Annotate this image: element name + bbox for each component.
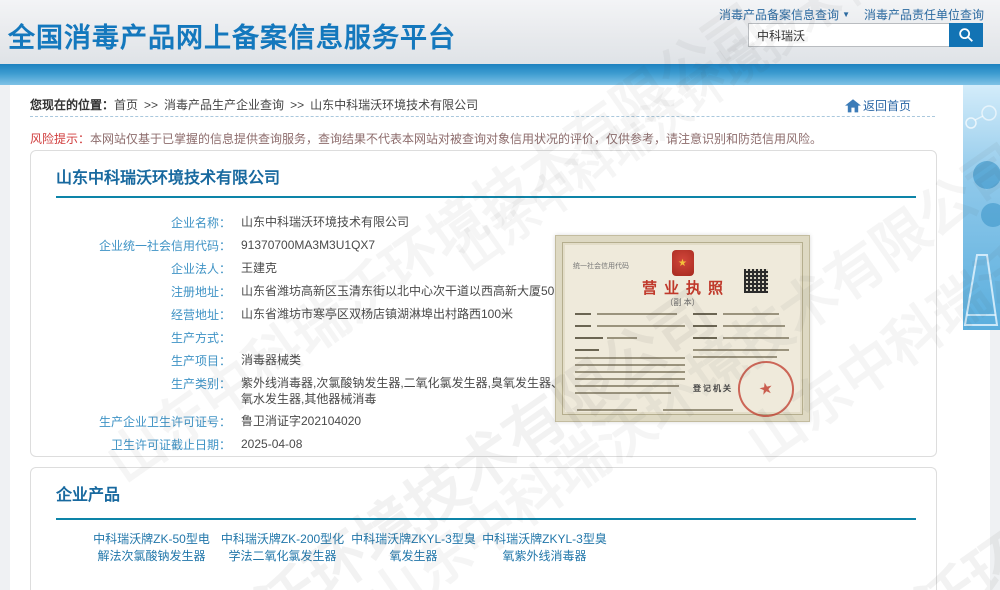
license-text-line xyxy=(575,378,685,380)
license-code-label: 统一社会信用代码 xyxy=(573,261,629,271)
breadcrumb-separator: >> xyxy=(144,98,158,112)
red-seal-stamp: ★ xyxy=(733,356,799,422)
license-text-line xyxy=(693,313,717,315)
section-rule xyxy=(56,196,916,198)
license-text-line xyxy=(693,349,789,351)
field-label: 注册地址： xyxy=(31,280,231,300)
topbar-link-record-query[interactable]: 消毒产品备案信息查询 ▼ xyxy=(719,6,850,23)
product-link-zkyl3-ozone[interactable]: 中科瑞沃牌ZKYL-3型臭氧发生器 xyxy=(351,531,476,565)
license-text-line xyxy=(693,356,777,358)
section-rule xyxy=(56,518,916,520)
license-text-line xyxy=(693,325,717,327)
qr-code xyxy=(744,269,768,293)
site-header: 全国消毒产品网上备案信息服务平台 消毒产品备案信息查询 ▼ 消毒产品责任单位查询 xyxy=(0,0,1000,64)
search-bar xyxy=(748,23,983,47)
field-value: 消毒器械类 xyxy=(241,349,301,368)
license-text-line xyxy=(575,392,671,394)
field-row-license-expiry: 卫生许可证截止日期： 2025-04-08 xyxy=(31,433,936,456)
license-text-line xyxy=(597,325,685,327)
search-input[interactable] xyxy=(748,23,949,47)
chevron-down-icon: ▼ xyxy=(842,10,850,19)
field-label: 生产类别： xyxy=(31,372,231,392)
license-text-line xyxy=(723,313,779,315)
license-text-line xyxy=(575,349,599,351)
license-text-line xyxy=(577,409,637,411)
risk-notice-label: 风险提示： xyxy=(30,132,90,146)
field-value: 山东中科瑞沃环境技术有限公司 xyxy=(241,211,409,230)
field-value: 山东省潍坊高新区玉清东街以北中心次干道以西高新大厦502房间 xyxy=(241,280,585,299)
company-title: 山东中科瑞沃环境技术有限公司 xyxy=(56,164,280,188)
license-text-line xyxy=(575,337,603,339)
header-divider-bar xyxy=(0,64,1000,85)
field-label: 企业统一社会信用代码： xyxy=(31,234,231,254)
breadcrumb-divider xyxy=(30,116,935,117)
products-panel: 企业产品 中科瑞沃牌ZK-50型电解法次氯酸钠发生器 中科瑞沃牌ZK-200型化… xyxy=(30,467,937,590)
site-title: 全国消毒产品网上备案信息服务平台 xyxy=(8,16,456,55)
field-label: 卫生许可证截止日期： xyxy=(31,433,231,453)
molecule-flask-graphic xyxy=(963,85,1000,330)
breadcrumb-enterprise-query[interactable]: 消毒产品生产企业查询 xyxy=(164,98,284,112)
national-emblem-icon: ★ xyxy=(672,250,694,276)
field-value: 山东省潍坊市寒亭区双杨店镇湖淋埠出村路西100米 xyxy=(241,303,513,322)
return-home-link[interactable]: 返回首页 xyxy=(845,97,911,114)
license-text-line xyxy=(575,313,591,315)
field-label: 生产方式： xyxy=(31,326,231,346)
license-text-line xyxy=(607,337,637,339)
license-text-line xyxy=(723,325,785,327)
risk-notice-text: 本网站仅基于已掌握的信息提供查询服务，查询结果不代表本网站对被查询对象信用状况的… xyxy=(90,132,822,146)
product-list: 中科瑞沃牌ZK-50型电解法次氯酸钠发生器 中科瑞沃牌ZK-200型化学法二氧化… xyxy=(89,531,607,565)
field-label: 企业法人： xyxy=(31,257,231,277)
license-text-line xyxy=(693,337,717,339)
products-title: 企业产品 xyxy=(56,481,120,505)
search-icon xyxy=(957,26,975,44)
page: 全国消毒产品网上备案信息服务平台 消毒产品备案信息查询 ▼ 消毒产品责任单位查询 xyxy=(0,0,1000,590)
field-row-company-name: 企业名称： 山东中科瑞沃环境技术有限公司 xyxy=(31,211,936,234)
field-value: 2025-04-08 xyxy=(241,433,302,452)
license-text-line xyxy=(575,325,591,327)
license-text-line xyxy=(663,409,733,411)
field-label: 生产项目： xyxy=(31,349,231,369)
license-text-line xyxy=(575,357,685,359)
field-label: 企业名称： xyxy=(31,211,231,231)
breadcrumb-prefix: 您现在的位置： xyxy=(30,98,114,112)
risk-notice: 风险提示：本网站仅基于已掌握的信息提供查询服务，查询结果不代表本网站对被查询对象… xyxy=(30,130,822,147)
field-value: 鲁卫消证字202104020 xyxy=(241,410,361,429)
search-button[interactable] xyxy=(949,23,983,47)
breadcrumb-home[interactable]: 首页 xyxy=(114,98,138,112)
license-inner-border: 统一社会信用代码 ★ 营业执照 （副 本） xyxy=(562,242,803,415)
breadcrumb: 您现在的位置：首页 >> 消毒产品生产企业查询 >> 山东中科瑞沃环境技术有限公司 xyxy=(30,96,478,113)
chemistry-decoration-image xyxy=(963,85,1000,330)
breadcrumb-separator: >> xyxy=(290,98,304,112)
field-label: 经营地址： xyxy=(31,303,231,323)
topbar: 消毒产品备案信息查询 ▼ 消毒产品责任单位查询 xyxy=(719,6,984,23)
field-value: 91370700MA3M3U1QX7 xyxy=(241,234,375,253)
topbar-link-unit-query[interactable]: 消毒产品责任单位查询 xyxy=(864,6,984,23)
license-issuer-label: 登记机关 xyxy=(693,383,733,394)
return-home-label: 返回首页 xyxy=(863,97,911,114)
home-icon xyxy=(845,99,861,113)
product-link-zk50[interactable]: 中科瑞沃牌ZK-50型电解法次氯酸钠发生器 xyxy=(89,531,214,565)
breadcrumb-current-company: 山东中科瑞沃环境技术有限公司 xyxy=(310,98,478,112)
license-text-line xyxy=(575,385,679,387)
license-text-line xyxy=(723,337,789,339)
license-subtitle: （副 本） xyxy=(563,297,802,308)
field-label: 生产企业卫生许可证号： xyxy=(31,410,231,430)
field-value: 王建克 xyxy=(241,257,277,276)
product-link-zk200[interactable]: 中科瑞沃牌ZK-200型化学法二氧化氯发生器 xyxy=(220,531,345,565)
license-text-line xyxy=(575,371,685,373)
field-value: 紫外线消毒器,次氯酸钠发生器,二氧化氯发生器,臭氧发生器、臭氧水发生器,其他器械… xyxy=(241,372,576,407)
license-text-line xyxy=(597,313,677,315)
topbar-link-label: 消毒产品备案信息查询 xyxy=(719,6,839,23)
business-license-image: 统一社会信用代码 ★ 营业执照 （副 本） xyxy=(555,235,810,422)
topbar-link-label: 消毒产品责任单位查询 xyxy=(864,6,984,23)
product-link-zkyl3-uv[interactable]: 中科瑞沃牌ZKYL-3型臭氧紫外线消毒器 xyxy=(482,531,607,565)
license-text-line xyxy=(575,364,685,366)
